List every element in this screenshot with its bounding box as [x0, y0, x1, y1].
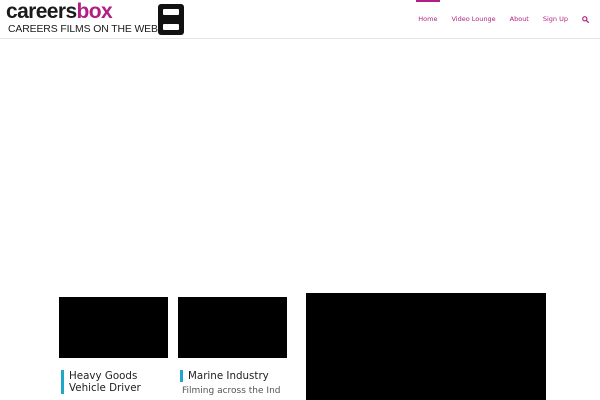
logo-wordmark: careersbox	[6, 0, 113, 23]
search-icon	[582, 15, 589, 23]
nav-item-home[interactable]: Home	[416, 0, 440, 23]
video-thumbnail[interactable]	[59, 297, 168, 358]
video-card[interactable]: Marine Industry Filming across the Ind	[178, 297, 287, 396]
nav-item-about[interactable]: About	[510, 15, 529, 23]
nav-item-sign-up[interactable]: Sign Up	[543, 15, 568, 23]
card-body: Heavy Goods Vehicle Driver	[59, 358, 168, 394]
card-description: Filming across the Ind	[182, 386, 281, 396]
logo-word-careers: careers	[6, 0, 77, 23]
site-header: careersbox CAREERS FILMS ON THE WEB Home…	[0, 0, 600, 39]
logo-word-box: box	[76, 0, 113, 23]
logo-tagline: CAREERS FILMS ON THE WEB	[8, 24, 158, 35]
video-player[interactable]	[306, 293, 546, 400]
logo[interactable]: careersbox CAREERS FILMS ON THE WEB	[6, 0, 184, 35]
card-body: Marine Industry Filming across the Ind	[178, 358, 287, 396]
card-title[interactable]: Heavy Goods Vehicle Driver	[61, 370, 168, 394]
nav-item-video-lounge[interactable]: Video Lounge	[452, 15, 496, 23]
box-logo-icon	[158, 4, 184, 35]
video-card[interactable]: Heavy Goods Vehicle Driver	[59, 297, 168, 394]
search-button[interactable]	[582, 15, 590, 23]
video-thumbnail[interactable]	[178, 297, 287, 358]
card-title[interactable]: Marine Industry	[180, 370, 287, 382]
page: careersbox CAREERS FILMS ON THE WEB Home…	[0, 0, 600, 400]
main-nav: Home Video Lounge About Sign Up	[404, 0, 590, 38]
